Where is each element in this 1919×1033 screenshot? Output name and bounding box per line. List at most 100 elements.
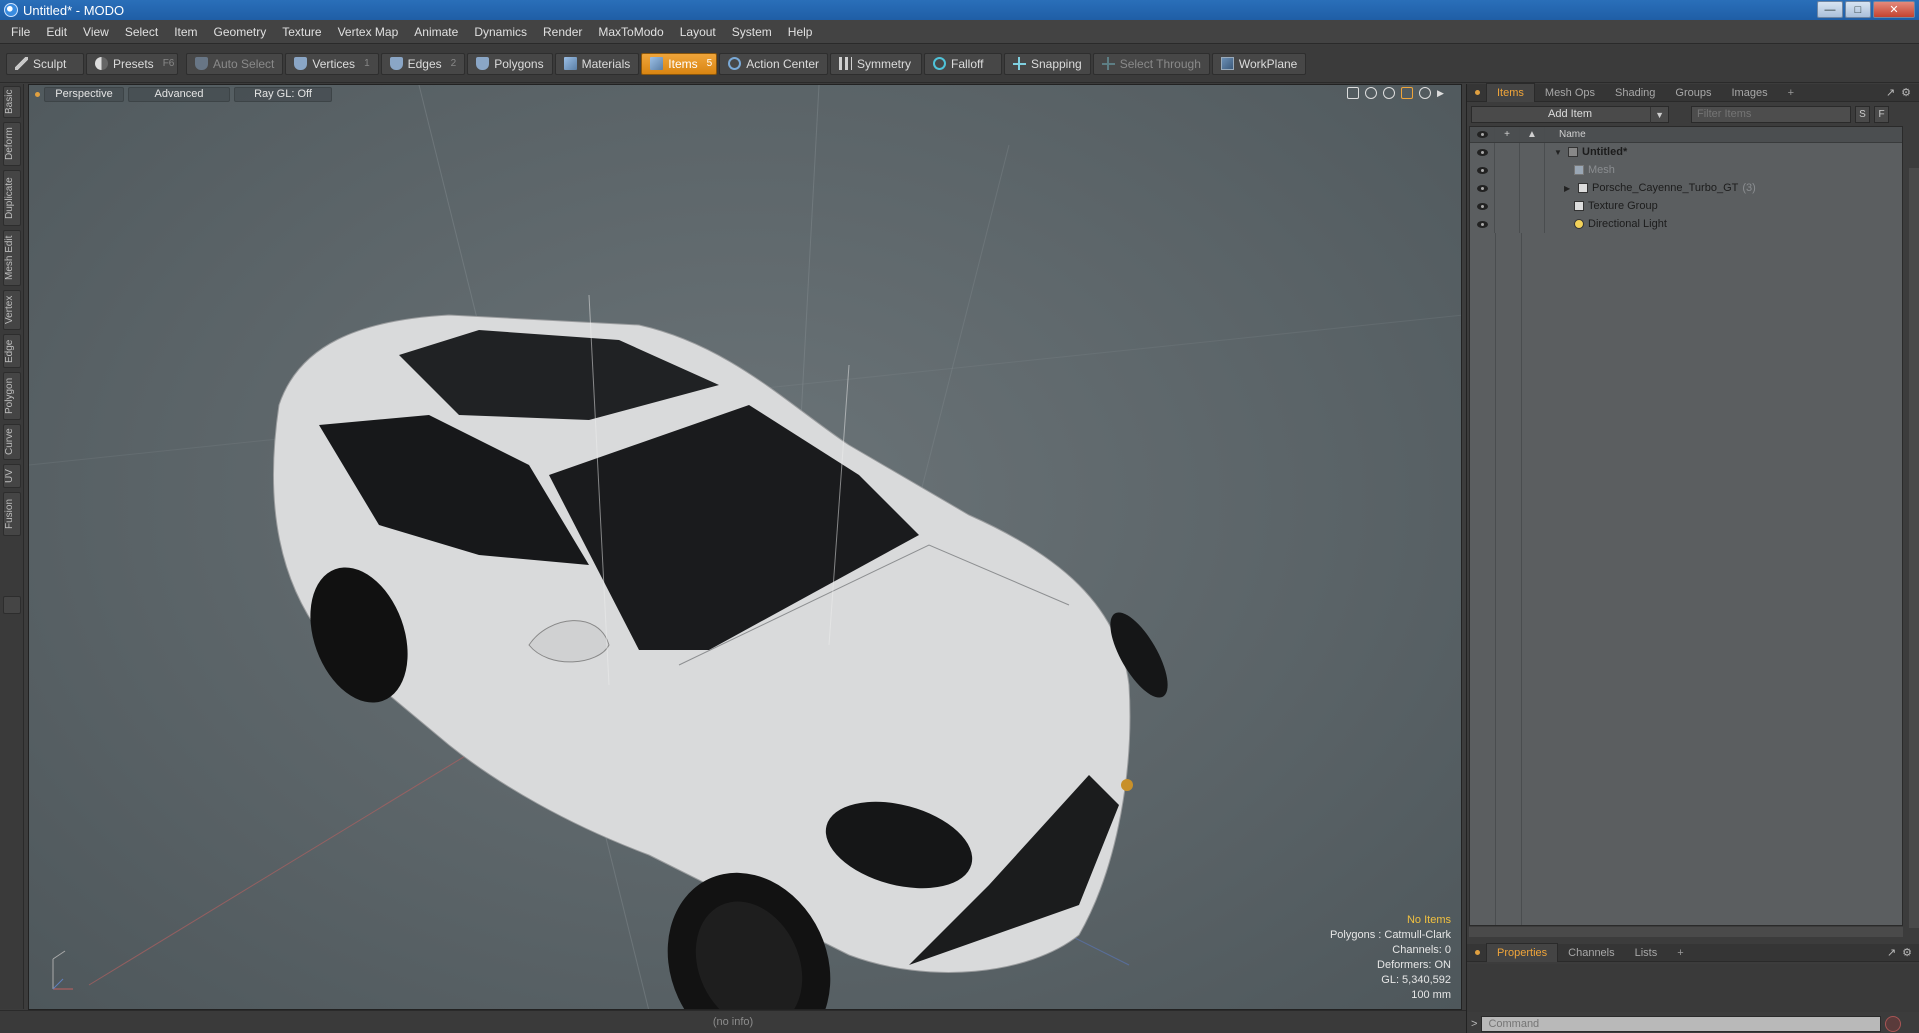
tab-polygon[interactable]: Polygon: [3, 372, 21, 420]
list-item[interactable]: Directional Light: [1470, 215, 1902, 233]
menu-file[interactable]: File: [3, 20, 38, 44]
eye-icon: [1476, 202, 1488, 210]
mesh-item-label: Mesh: [1588, 164, 1615, 176]
zoom-view-icon[interactable]: [1383, 87, 1395, 99]
list-item[interactable]: ▶ Porsche_Cayenne_Turbo_GT (3): [1470, 179, 1902, 197]
tab-curve[interactable]: Curve: [3, 424, 21, 460]
action-center-button[interactable]: Action Center: [719, 52, 828, 75]
menu-maxtomodo[interactable]: MaxToModo: [590, 20, 671, 44]
edges-button[interactable]: Edges 2: [380, 52, 466, 75]
command-input[interactable]: [1481, 1015, 1882, 1032]
menu-geometry[interactable]: Geometry: [206, 20, 275, 44]
props-menu-dot[interactable]: [1475, 950, 1480, 955]
vertices-button[interactable]: Vertices 1: [285, 52, 379, 75]
move-view-icon[interactable]: [1347, 87, 1359, 99]
menu-edit[interactable]: Edit: [38, 20, 75, 44]
tab-vertex[interactable]: Vertex: [3, 290, 21, 330]
viewport-settings-icon[interactable]: [1419, 87, 1431, 99]
select-through-button[interactable]: Select Through: [1092, 52, 1210, 75]
tab-channels[interactable]: Channels: [1558, 944, 1624, 962]
list-item[interactable]: Mesh: [1470, 161, 1902, 179]
symmetry-button[interactable]: Symmetry: [829, 52, 922, 75]
add-item-dropdown[interactable]: Add Item ▼: [1471, 105, 1669, 123]
visibility-toggle[interactable]: [1470, 161, 1495, 179]
list-item[interactable]: ▼ Untitled*: [1470, 143, 1902, 161]
tab-mesh-ops[interactable]: Mesh Ops: [1535, 84, 1605, 102]
collapse-arrow-icon[interactable]: ▼: [1554, 148, 1564, 157]
falloff-button[interactable]: Falloff: [923, 52, 1002, 75]
minimize-button[interactable]: —: [1817, 1, 1843, 18]
raygl-toggle[interactable]: Ray GL: Off: [234, 86, 332, 102]
tab-edge[interactable]: Edge: [3, 334, 21, 368]
tab-images[interactable]: Images: [1722, 84, 1778, 102]
presets-icon: [95, 57, 108, 70]
3d-viewport[interactable]: Perspective Advanced Ray GL: Off ▶ No It…: [28, 84, 1462, 1010]
visibility-column-icon[interactable]: [1470, 127, 1495, 142]
rotate-view-icon[interactable]: [1365, 87, 1377, 99]
tab-lists[interactable]: Lists: [1625, 944, 1668, 962]
panel-expand-icon[interactable]: ↗: [1886, 86, 1895, 99]
tab-basic[interactable]: Basic: [3, 86, 21, 118]
menu-animate[interactable]: Animate: [406, 20, 466, 44]
menu-item[interactable]: Item: [166, 20, 205, 44]
panel-settings-icon[interactable]: ⚙: [1901, 86, 1911, 99]
snapping-button[interactable]: Snapping: [1003, 52, 1091, 75]
name-column-header[interactable]: Name: [1545, 129, 1586, 140]
polygons-button[interactable]: Polygons: [467, 52, 553, 75]
materials-button[interactable]: Materials: [554, 52, 640, 75]
tab-properties[interactable]: Properties: [1486, 943, 1559, 962]
tab-fusion[interactable]: Fusion: [3, 492, 21, 536]
visibility-toggle[interactable]: [1470, 143, 1495, 161]
filter-s-button[interactable]: S: [1855, 105, 1870, 123]
list-item[interactable]: Texture Group: [1470, 197, 1902, 215]
command-history-button[interactable]: [1885, 1015, 1902, 1032]
render-column-icon[interactable]: ▲: [1520, 127, 1545, 142]
auto-select-button[interactable]: Auto Select: [186, 52, 284, 75]
tab-duplicate[interactable]: Duplicate: [3, 170, 21, 226]
viewport-expand-icon[interactable]: ▶: [1437, 87, 1449, 99]
props-settings-icon[interactable]: ⚙: [1902, 946, 1912, 959]
maximize-button[interactable]: □: [1845, 1, 1871, 18]
panel-menu-dot[interactable]: [1475, 90, 1480, 95]
menu-system[interactable]: System: [724, 20, 780, 44]
lock-column-icon[interactable]: +: [1495, 127, 1520, 142]
add-props-tab-button[interactable]: +: [1667, 944, 1693, 962]
close-button[interactable]: ✕: [1873, 1, 1915, 18]
props-expand-icon[interactable]: ↗: [1887, 946, 1896, 959]
menu-layout[interactable]: Layout: [672, 20, 724, 44]
tab-shading[interactable]: Shading: [1605, 84, 1665, 102]
sculpt-button[interactable]: Sculpt: [6, 52, 84, 75]
eye-icon: [1476, 148, 1488, 156]
shading-dropdown[interactable]: Advanced: [128, 86, 230, 102]
menu-help[interactable]: Help: [780, 20, 821, 44]
items-button[interactable]: Items 5: [641, 52, 718, 75]
tree-horizontal-scrollbar[interactable]: [1469, 927, 1903, 937]
menu-texture[interactable]: Texture: [274, 20, 329, 44]
filter-f-button[interactable]: F: [1874, 105, 1889, 123]
menu-render[interactable]: Render: [535, 20, 590, 44]
scene-icon: [1568, 147, 1578, 157]
visibility-toggle[interactable]: [1470, 215, 1495, 233]
visibility-toggle[interactable]: [1470, 179, 1495, 197]
visibility-toggle[interactable]: [1470, 197, 1495, 215]
tree-vertical-scrollbar[interactable]: [1909, 168, 1919, 928]
view-type-dropdown[interactable]: Perspective: [44, 86, 124, 102]
filter-items-input[interactable]: [1691, 105, 1851, 123]
tab-mesh-edit[interactable]: Mesh Edit: [3, 230, 21, 286]
tab-uv[interactable]: UV: [3, 464, 21, 488]
tab-deform[interactable]: Deform: [3, 122, 21, 166]
tab-groups[interactable]: Groups: [1665, 84, 1721, 102]
tab-extra[interactable]: [3, 596, 21, 614]
tab-items[interactable]: Items: [1486, 83, 1535, 102]
presets-button[interactable]: Presets F6: [86, 52, 178, 75]
menu-dynamics[interactable]: Dynamics: [466, 20, 535, 44]
menu-view[interactable]: View: [75, 20, 117, 44]
expand-arrow-icon[interactable]: ▶: [1564, 184, 1574, 193]
viewport-menu-dot[interactable]: [35, 91, 40, 97]
add-tab-button[interactable]: +: [1778, 84, 1804, 102]
menu-select[interactable]: Select: [117, 20, 166, 44]
fit-view-icon[interactable]: [1401, 87, 1413, 99]
workplane-button[interactable]: WorkPlane: [1211, 52, 1307, 75]
group-item-label: Porsche_Cayenne_Turbo_GT: [1592, 182, 1739, 194]
menu-vertex-map[interactable]: Vertex Map: [330, 20, 407, 44]
